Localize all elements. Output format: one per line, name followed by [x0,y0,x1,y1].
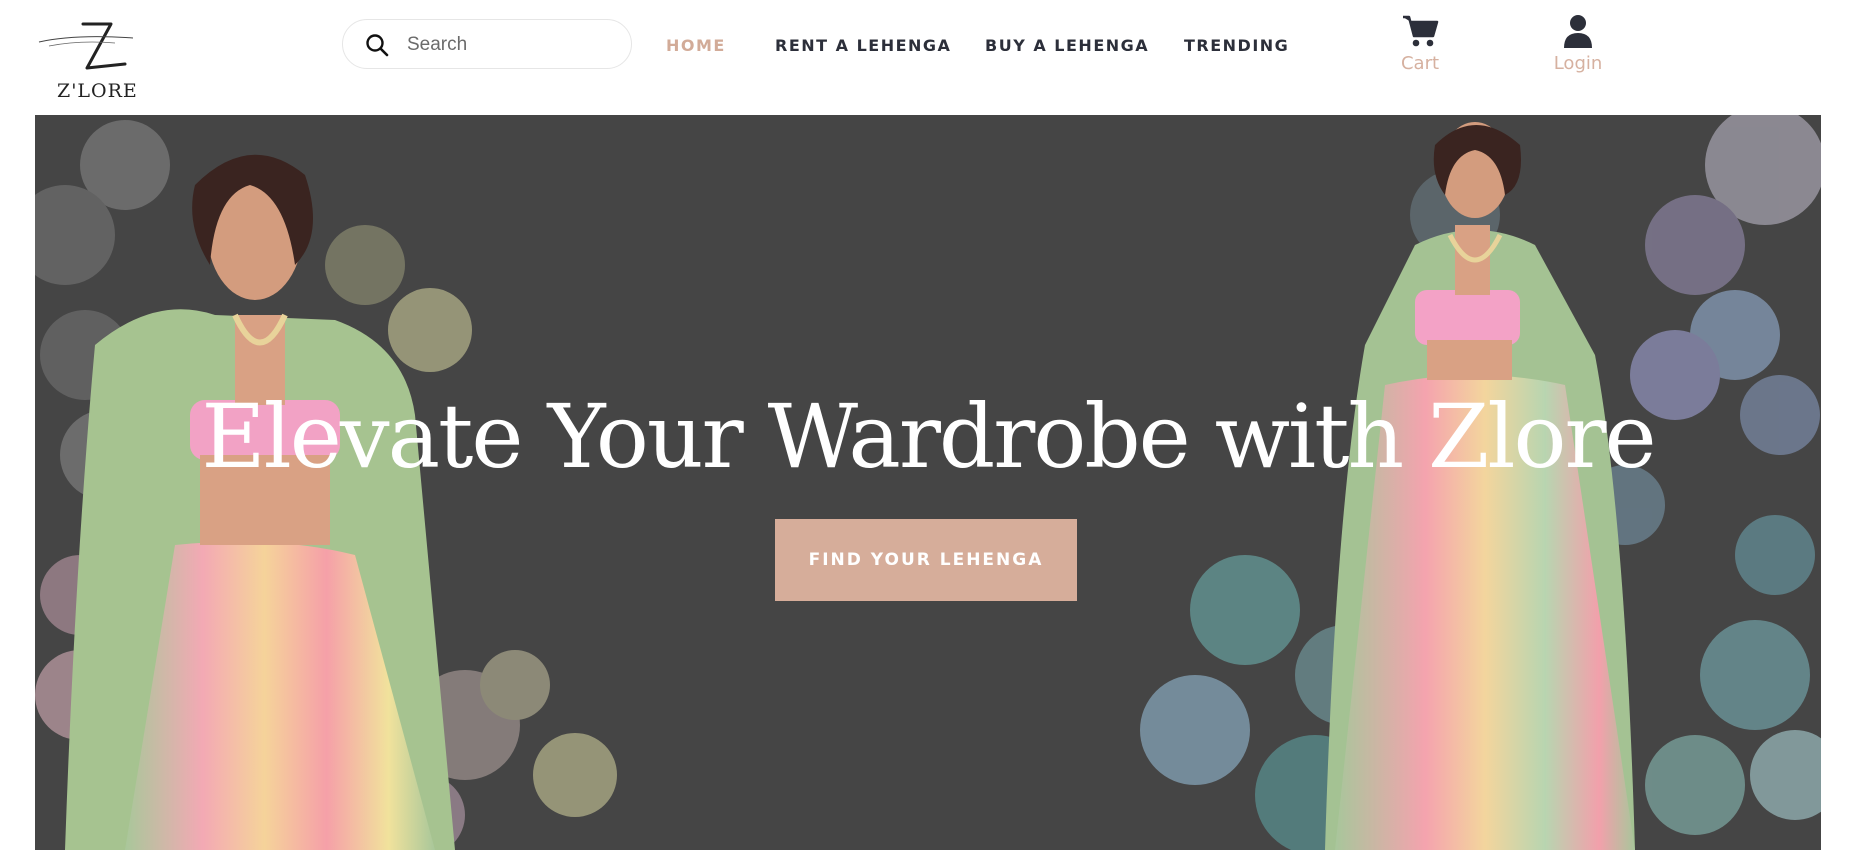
cart-icon [1403,15,1439,47]
site-header: Z'LORE HOME RENT A LEHENGA BUY A LEHENGA… [0,0,1857,115]
find-your-lehenga-button[interactable]: FIND YOUR LEHENGA [775,519,1077,601]
login-label: Login [1553,53,1603,74]
nav-buy-a-lehenga[interactable]: BUY A LEHENGA [985,36,1149,55]
nav-home[interactable]: HOME [666,36,726,55]
search-icon [366,34,389,57]
user-icon [1564,15,1592,48]
z-logo-icon [38,22,134,70]
nav-trending[interactable]: TRENDING [1184,36,1289,55]
cart-label: Cart [1400,53,1440,74]
nav-rent-a-lehenga[interactable]: RENT A LEHENGA [775,36,951,55]
login-button[interactable]: Login [1538,14,1618,74]
hero-banner: Elevate Your Wardrobe with Zlore FIND YO… [35,115,1821,850]
hero-title: Elevate Your Wardrobe with Zlore [201,385,1656,488]
cart-button[interactable]: Cart [1380,14,1460,74]
brand-name: Z'LORE [57,80,138,102]
search-box[interactable] [342,19,632,69]
brand-logo[interactable]: Z'LORE [35,20,138,105]
search-input[interactable] [405,32,619,58]
